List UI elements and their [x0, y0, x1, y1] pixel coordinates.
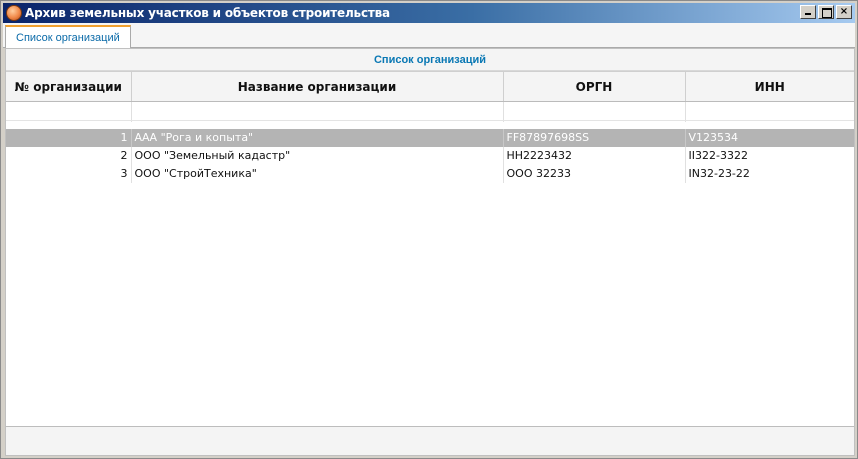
content-panel: Список организаций № организации Названи… [5, 48, 855, 456]
filter-row [6, 101, 854, 121]
table-row[interactable]: 2 ООО "Земельный кадастр" HH2223432 II32… [6, 146, 854, 165]
table-row[interactable]: 1 ААА "Рога и копыта" FF87897698SS V1235… [6, 128, 854, 147]
cell-inn: IN32-23-22 [688, 167, 750, 180]
column-header-orgn[interactable]: ОРГН [503, 71, 686, 102]
app-icon [6, 5, 22, 21]
maximize-button[interactable] [818, 5, 834, 19]
cell-orgn: FF87897698SS [503, 128, 686, 147]
tab-organizations-list[interactable]: Список организаций [5, 25, 131, 49]
cell-name: ААА "Рога и копыта" [131, 128, 504, 147]
table-header-row: № организации Название организации ОРГН … [6, 71, 854, 102]
cell-name: ООО "Земельный кадастр" [131, 146, 504, 165]
minimize-button[interactable] [800, 5, 816, 19]
table-row[interactable]: 3 ООО "СтройТехника" ООО 32233 IN32-23-2… [6, 164, 854, 183]
cell-orgn: HH2223432 [503, 146, 686, 165]
filter-cell-orgn[interactable] [503, 101, 686, 121]
status-bar [6, 426, 854, 455]
panel-title: Список организаций [6, 49, 854, 71]
column-header-name[interactable]: Название организации [131, 71, 504, 102]
filter-cell-name[interactable] [131, 101, 504, 121]
window-controls: × [800, 5, 852, 19]
column-header-inn[interactable]: ИНН [685, 71, 854, 102]
cell-orgn: ООО 32233 [503, 164, 686, 183]
cell-inn: V123534 [685, 128, 854, 147]
cell-number: 2 [6, 146, 132, 165]
filter-cell-number[interactable] [6, 101, 132, 121]
main-window: Архив земельных участков и объектов стро… [0, 0, 858, 459]
organizations-table: № организации Название организации ОРГН … [6, 71, 854, 183]
filter-cell-inn[interactable] [685, 101, 854, 121]
close-button[interactable]: × [836, 5, 852, 19]
tab-strip: Список организаций [3, 23, 855, 49]
cell-inn: II322-3322 [688, 149, 748, 162]
title-bar[interactable]: Архив земельных участков и объектов стро… [3, 3, 855, 23]
row-gap [6, 122, 854, 129]
cell-number: 3 [6, 164, 132, 183]
window-title: Архив земельных участков и объектов стро… [25, 6, 390, 20]
cell-name: ООО "СтройТехника" [131, 164, 504, 183]
cell-number: 1 [6, 128, 132, 147]
column-header-number[interactable]: № организации [6, 71, 132, 102]
